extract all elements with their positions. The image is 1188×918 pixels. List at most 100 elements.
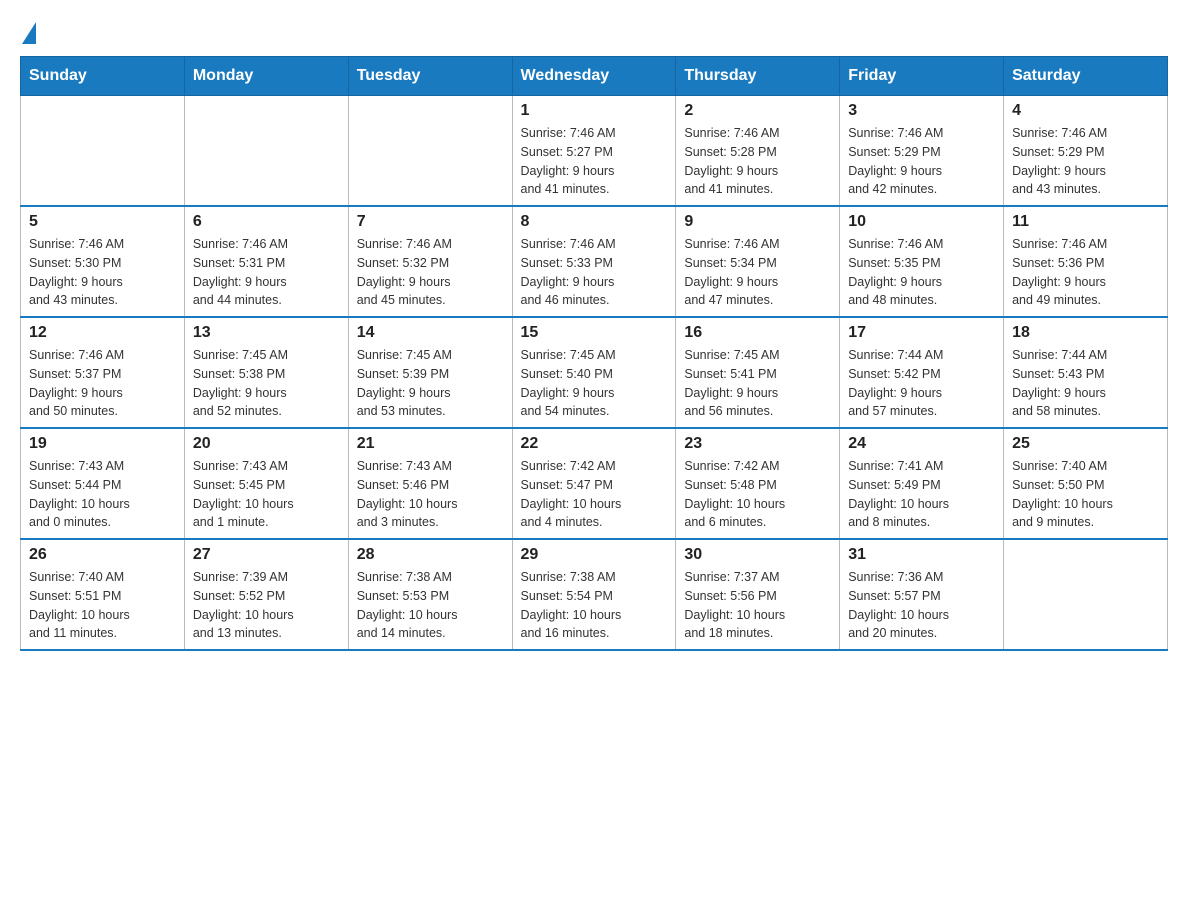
- day-info: Sunrise: 7:44 AMSunset: 5:42 PMDaylight:…: [848, 346, 995, 421]
- logo: [20, 20, 36, 40]
- day-info: Sunrise: 7:40 AMSunset: 5:51 PMDaylight:…: [29, 568, 176, 643]
- day-number: 23: [684, 435, 831, 453]
- day-info: Sunrise: 7:44 AMSunset: 5:43 PMDaylight:…: [1012, 346, 1159, 421]
- calendar-table: SundayMondayTuesdayWednesdayThursdayFrid…: [20, 56, 1168, 651]
- day-number: 4: [1012, 102, 1159, 120]
- calendar-cell: [348, 96, 512, 207]
- calendar-cell: 7Sunrise: 7:46 AMSunset: 5:32 PMDaylight…: [348, 206, 512, 317]
- day-info: Sunrise: 7:38 AMSunset: 5:54 PMDaylight:…: [521, 568, 668, 643]
- day-number: 9: [684, 213, 831, 231]
- weekday-header-tuesday: Tuesday: [348, 57, 512, 96]
- logo-triangle-icon: [22, 22, 36, 44]
- day-info: Sunrise: 7:46 AMSunset: 5:30 PMDaylight:…: [29, 235, 176, 310]
- day-number: 14: [357, 324, 504, 342]
- calendar-cell: 25 Sunrise: 7:40 AMSunset: 5:50 PMDayligh…: [1004, 428, 1168, 539]
- day-info: Sunrise: 7:43 AMSunset: 5:45 PMDaylight:…: [193, 457, 340, 532]
- calendar-cell: 10 Sunrise: 7:46 AMSunset: 5:35 PMDayligh…: [840, 206, 1004, 317]
- calendar-cell: 24Sunrise: 7:41 AMSunset: 5:49 PMDayligh…: [840, 428, 1004, 539]
- weekday-header-sunday: Sunday: [21, 57, 185, 96]
- day-info: Sunrise: 7:46 AMSunset: 5:33 PMDaylight:…: [521, 235, 668, 310]
- day-info: Sunrise: 7:40 AMSunset: 5:50 PMDaylight:…: [1012, 457, 1159, 532]
- day-number: 6: [193, 213, 340, 231]
- calendar-cell: [184, 96, 348, 207]
- day-info: Sunrise: 7:38 AMSunset: 5:53 PMDaylight:…: [357, 568, 504, 643]
- day-number: 17: [848, 324, 995, 342]
- day-number: 18: [1012, 324, 1159, 342]
- day-number: 21: [357, 435, 504, 453]
- day-info: Sunrise: 7:37 AMSunset: 5:56 PMDaylight:…: [684, 568, 831, 643]
- day-number: 22: [521, 435, 668, 453]
- calendar-cell: 3Sunrise: 7:46 AMSunset: 5:29 PMDaylight…: [840, 96, 1004, 207]
- calendar-cell: 13Sunrise: 7:45 AMSunset: 5:38 PMDayligh…: [184, 317, 348, 428]
- day-info: Sunrise: 7:46 AMSunset: 5:36 PMDaylight:…: [1012, 235, 1159, 310]
- page-header: [20, 20, 1168, 40]
- day-number: 30: [684, 546, 831, 564]
- calendar-cell: [1004, 539, 1168, 650]
- day-info: Sunrise: 7:46 AMSunset: 5:35 PMDaylight:…: [848, 235, 995, 310]
- day-info: Sunrise: 7:46 AMSunset: 5:31 PMDaylight:…: [193, 235, 340, 310]
- day-number: 20: [193, 435, 340, 453]
- week-row-1: 1Sunrise: 7:46 AMSunset: 5:27 PMDaylight…: [21, 96, 1168, 207]
- week-row-2: 5Sunrise: 7:46 AMSunset: 5:30 PMDaylight…: [21, 206, 1168, 317]
- day-number: 12: [29, 324, 176, 342]
- day-number: 13: [193, 324, 340, 342]
- day-info: Sunrise: 7:43 AMSunset: 5:46 PMDaylight:…: [357, 457, 504, 532]
- calendar-cell: 27 Sunrise: 7:39 AMSunset: 5:52 PMDayligh…: [184, 539, 348, 650]
- day-info: Sunrise: 7:45 AMSunset: 5:39 PMDaylight:…: [357, 346, 504, 421]
- calendar-cell: 14 Sunrise: 7:45 AMSunset: 5:39 PMDayligh…: [348, 317, 512, 428]
- week-row-5: 26 Sunrise: 7:40 AMSunset: 5:51 PMDayligh…: [21, 539, 1168, 650]
- calendar-cell: 1Sunrise: 7:46 AMSunset: 5:27 PMDaylight…: [512, 96, 676, 207]
- day-info: Sunrise: 7:46 AMSunset: 5:34 PMDaylight:…: [684, 235, 831, 310]
- weekday-header-thursday: Thursday: [676, 57, 840, 96]
- weekday-header-wednesday: Wednesday: [512, 57, 676, 96]
- day-info: Sunrise: 7:39 AMSunset: 5:52 PMDaylight:…: [193, 568, 340, 643]
- day-info: Sunrise: 7:46 AMSunset: 5:28 PMDaylight:…: [684, 124, 831, 199]
- day-number: 7: [357, 213, 504, 231]
- calendar-cell: 9 Sunrise: 7:46 AMSunset: 5:34 PMDaylight…: [676, 206, 840, 317]
- calendar-cell: 19 Sunrise: 7:43 AMSunset: 5:44 PMDayligh…: [21, 428, 185, 539]
- weekday-header-monday: Monday: [184, 57, 348, 96]
- calendar-cell: 28 Sunrise: 7:38 AMSunset: 5:53 PMDayligh…: [348, 539, 512, 650]
- day-info: Sunrise: 7:36 AMSunset: 5:57 PMDaylight:…: [848, 568, 995, 643]
- calendar-cell: 16Sunrise: 7:45 AMSunset: 5:41 PMDayligh…: [676, 317, 840, 428]
- calendar-cell: 11 Sunrise: 7:46 AMSunset: 5:36 PMDayligh…: [1004, 206, 1168, 317]
- calendar-cell: 30 Sunrise: 7:37 AMSunset: 5:56 PMDayligh…: [676, 539, 840, 650]
- day-info: Sunrise: 7:43 AMSunset: 5:44 PMDaylight:…: [29, 457, 176, 532]
- weekday-header-saturday: Saturday: [1004, 57, 1168, 96]
- calendar-cell: 12 Sunrise: 7:46 AMSunset: 5:37 PMDayligh…: [21, 317, 185, 428]
- calendar-cell: 5Sunrise: 7:46 AMSunset: 5:30 PMDaylight…: [21, 206, 185, 317]
- day-number: 15: [521, 324, 668, 342]
- day-number: 11: [1012, 213, 1159, 231]
- day-number: 25: [1012, 435, 1159, 453]
- calendar-cell: 6 Sunrise: 7:46 AMSunset: 5:31 PMDaylight…: [184, 206, 348, 317]
- calendar-cell: 21 Sunrise: 7:43 AMSunset: 5:46 PMDayligh…: [348, 428, 512, 539]
- day-number: 19: [29, 435, 176, 453]
- calendar-cell: 17 Sunrise: 7:44 AMSunset: 5:42 PMDayligh…: [840, 317, 1004, 428]
- day-info: Sunrise: 7:45 AMSunset: 5:40 PMDaylight:…: [521, 346, 668, 421]
- day-number: 28: [357, 546, 504, 564]
- calendar-cell: 20 Sunrise: 7:43 AMSunset: 5:45 PMDayligh…: [184, 428, 348, 539]
- calendar-cell: 4Sunrise: 7:46 AMSunset: 5:29 PMDaylight…: [1004, 96, 1168, 207]
- day-number: 8: [521, 213, 668, 231]
- day-number: 1: [521, 102, 668, 120]
- week-row-4: 19 Sunrise: 7:43 AMSunset: 5:44 PMDayligh…: [21, 428, 1168, 539]
- day-info: Sunrise: 7:42 AMSunset: 5:47 PMDaylight:…: [521, 457, 668, 532]
- calendar-cell: 2 Sunrise: 7:46 AMSunset: 5:28 PMDaylight…: [676, 96, 840, 207]
- calendar-cell: 26 Sunrise: 7:40 AMSunset: 5:51 PMDayligh…: [21, 539, 185, 650]
- weekday-header-row: SundayMondayTuesdayWednesdayThursdayFrid…: [21, 57, 1168, 96]
- day-number: 27: [193, 546, 340, 564]
- calendar-cell: 18 Sunrise: 7:44 AMSunset: 5:43 PMDayligh…: [1004, 317, 1168, 428]
- day-number: 29: [521, 546, 668, 564]
- day-number: 2: [684, 102, 831, 120]
- week-row-3: 12 Sunrise: 7:46 AMSunset: 5:37 PMDayligh…: [21, 317, 1168, 428]
- day-number: 26: [29, 546, 176, 564]
- day-number: 3: [848, 102, 995, 120]
- day-info: Sunrise: 7:46 AMSunset: 5:37 PMDaylight:…: [29, 346, 176, 421]
- day-number: 31: [848, 546, 995, 564]
- day-number: 24: [848, 435, 995, 453]
- day-info: Sunrise: 7:45 AMSunset: 5:41 PMDaylight:…: [684, 346, 831, 421]
- weekday-header-friday: Friday: [840, 57, 1004, 96]
- calendar-cell: 31 Sunrise: 7:36 AMSunset: 5:57 PMDayligh…: [840, 539, 1004, 650]
- day-number: 10: [848, 213, 995, 231]
- calendar-cell: 23Sunrise: 7:42 AMSunset: 5:48 PMDayligh…: [676, 428, 840, 539]
